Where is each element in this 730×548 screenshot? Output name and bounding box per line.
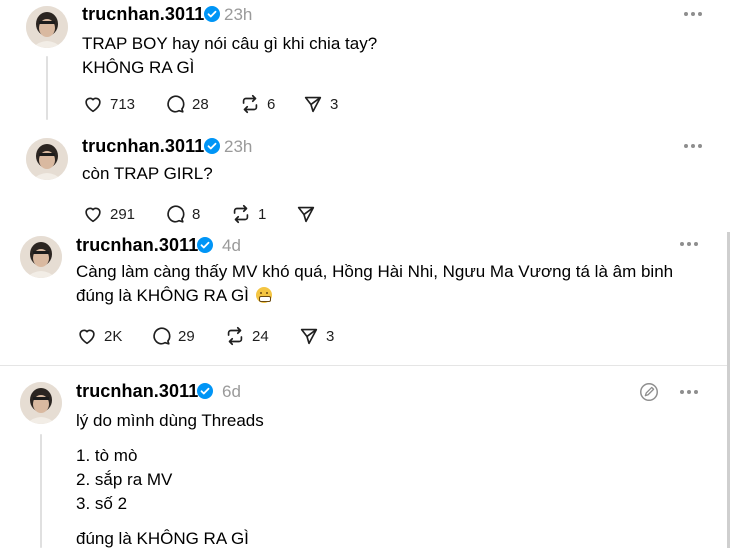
like-button[interactable]: 2K xyxy=(76,324,122,348)
post-divider xyxy=(0,365,730,366)
post-1: trucnhan.3011 23h TRAP BOY hay nói câu g… xyxy=(0,0,730,130)
post-text: còn TRAP GIRL? xyxy=(82,164,213,183)
post-2: trucnhan.3011 23h còn TRAP GIRL? 291 8 1 xyxy=(0,132,730,228)
post-4: trucnhan.3011 6d lý do mình dùng Threads… xyxy=(0,376,730,548)
like-button[interactable]: 713 xyxy=(82,92,135,116)
comment-button[interactable]: 8 xyxy=(164,202,200,226)
post-text: lý do mình dùng Threads xyxy=(76,411,264,430)
heart-icon xyxy=(85,207,101,223)
like-count: 2K xyxy=(104,327,123,345)
post-time: 23h xyxy=(224,137,253,156)
grimacing-emoji xyxy=(255,287,272,303)
thread-line xyxy=(46,56,48,120)
comment-count: 8 xyxy=(192,205,201,223)
post-time: 6d xyxy=(222,382,241,401)
repost-button[interactable]: 24 xyxy=(224,324,269,348)
post-text: TRAP BOY hay nói câu gì khi chia tay? xyxy=(82,34,378,53)
verified-badge-icon xyxy=(197,383,213,399)
more-options-icon[interactable] xyxy=(680,390,702,396)
comment-icon xyxy=(167,205,185,223)
avatar[interactable] xyxy=(20,236,62,278)
verified-badge-icon xyxy=(204,6,220,22)
more-options-icon[interactable] xyxy=(684,12,706,18)
username[interactable]: trucnhan.3011 xyxy=(76,381,198,402)
repost-count: 1 xyxy=(258,205,267,223)
more-options-icon[interactable] xyxy=(680,242,702,248)
repost-icon xyxy=(227,326,243,346)
username[interactable]: trucnhan.3011 xyxy=(76,235,198,256)
comment-button[interactable]: 28 xyxy=(164,92,209,116)
send-icon xyxy=(300,328,318,345)
share-button[interactable]: 3 xyxy=(298,324,334,348)
post-text-line: đúng là KHÔNG RA GÌ xyxy=(76,286,249,305)
heart-icon xyxy=(79,329,95,345)
share-count: 3 xyxy=(330,95,339,113)
post-time: 23h xyxy=(224,5,253,24)
like-count: 291 xyxy=(110,205,136,223)
comment-icon xyxy=(153,327,171,345)
share-button[interactable] xyxy=(295,202,317,226)
post-text: KHÔNG RA GÌ xyxy=(82,58,195,77)
post-text: 1. tò mò xyxy=(76,446,138,465)
repost-icon xyxy=(233,204,249,224)
send-icon xyxy=(297,206,315,223)
like-count: 713 xyxy=(110,95,136,113)
more-options-icon[interactable] xyxy=(684,144,706,150)
comment-count: 29 xyxy=(178,327,195,345)
post-time: 4d xyxy=(222,236,241,255)
username[interactable]: trucnhan.3011 xyxy=(82,136,204,157)
repost-button[interactable]: 1 xyxy=(230,202,266,226)
post-text: 3. số 2 xyxy=(76,494,128,513)
send-icon xyxy=(304,96,322,113)
share-button[interactable]: 3 xyxy=(302,92,338,116)
username[interactable]: trucnhan.3011 xyxy=(82,4,204,25)
comment-icon xyxy=(167,95,185,113)
edit-icon[interactable] xyxy=(638,381,660,403)
avatar[interactable] xyxy=(20,382,62,424)
post-text: 2. sắp ra MV xyxy=(76,470,173,489)
like-button[interactable]: 291 xyxy=(82,202,135,226)
avatar[interactable] xyxy=(26,138,68,180)
share-count: 3 xyxy=(326,327,335,345)
post-text: Càng làm càng thấy MV khó quá, Hồng Hài … xyxy=(76,262,674,281)
repost-icon xyxy=(242,94,258,114)
repost-count: 24 xyxy=(252,327,269,345)
comment-count: 28 xyxy=(192,95,209,113)
avatar[interactable] xyxy=(26,6,68,48)
post-text: đúng là KHÔNG RA GÌ xyxy=(76,284,272,308)
heart-icon xyxy=(85,97,101,113)
post-text: đúng là KHÔNG RA GÌ xyxy=(76,529,249,548)
post-3: trucnhan.3011 4d Càng làm càng thấy MV k… xyxy=(0,232,730,364)
comment-button[interactable]: 29 xyxy=(150,324,195,348)
repost-button[interactable]: 6 xyxy=(239,92,275,116)
repost-count: 6 xyxy=(267,95,276,113)
verified-badge-icon xyxy=(204,138,220,154)
thread-line xyxy=(40,434,42,548)
verified-badge-icon xyxy=(197,237,213,253)
